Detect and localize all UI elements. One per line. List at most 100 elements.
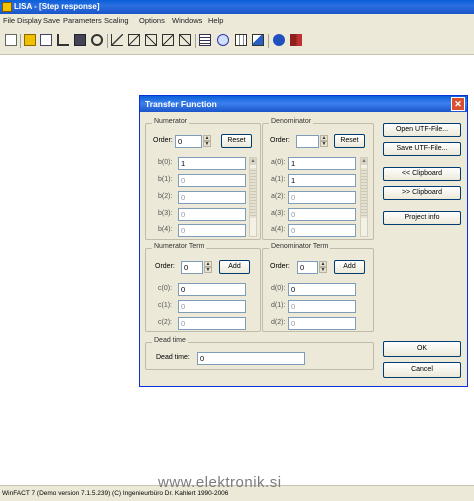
scroll-up-icon[interactable]: ▲: [250, 158, 256, 165]
open-utf-file-button[interactable]: Open UTF-File...: [383, 123, 461, 137]
coef-label: c(2):: [158, 319, 172, 326]
denominator-term-group-label: Denominator Term: [269, 243, 331, 250]
spin-down-icon[interactable]: ▼: [319, 267, 327, 273]
transfer-function-dialog: Transfer Function ✕ Numerator Order: 0 ▲…: [139, 95, 468, 387]
coef-input[interactable]: 0: [288, 300, 356, 313]
coef-input[interactable]: 1: [288, 157, 356, 170]
coef-label: b(3):: [158, 210, 173, 217]
numerator-term-order-input[interactable]: 0: [181, 261, 203, 274]
coef-input[interactable]: 0: [178, 283, 246, 296]
cancel-button[interactable]: Cancel: [383, 362, 461, 378]
paste-from-clipboard-button[interactable]: << Clipboard: [383, 167, 461, 181]
app-icon: [2, 2, 12, 12]
help-icon[interactable]: [273, 34, 285, 46]
coef-input[interactable]: 1: [178, 157, 246, 170]
coef-input[interactable]: 0: [178, 174, 246, 187]
coef-label: a(1):: [271, 176, 286, 183]
denominator-term-order-input[interactable]: 0: [297, 261, 318, 274]
save-icon[interactable]: [74, 34, 86, 46]
chart-icon[interactable]: [252, 34, 264, 46]
axis-icon-5[interactable]: [179, 34, 191, 46]
coef-input[interactable]: 0: [288, 208, 356, 221]
coef-input[interactable]: 0: [178, 224, 246, 237]
denominator-group-label: Denominator: [269, 118, 314, 125]
numerator-scrollbar[interactable]: ▲: [249, 157, 257, 237]
axis-icon-3[interactable]: [145, 34, 157, 46]
grid-icon[interactable]: [235, 34, 247, 46]
menu-windows[interactable]: Windows: [172, 14, 202, 28]
open-icon[interactable]: [24, 34, 36, 46]
denominator-scrollbar[interactable]: ▲: [360, 157, 368, 237]
tf-icon[interactable]: [199, 34, 211, 46]
numerator-term-add-button[interactable]: Add: [219, 260, 250, 274]
menu-display[interactable]: Display: [17, 14, 42, 28]
coef-label: c(1):: [158, 302, 172, 309]
denominator-term-add-button[interactable]: Add: [334, 260, 365, 274]
coef-input[interactable]: 0: [288, 224, 356, 237]
exit-icon[interactable]: [290, 34, 302, 46]
coef-input[interactable]: 1: [288, 174, 356, 187]
toolbar-separator: [268, 34, 269, 48]
scroll-up-icon[interactable]: ▲: [361, 158, 367, 165]
watermark: www.elektronik.si: [158, 474, 282, 491]
toolbar: [0, 28, 474, 55]
coef-label: d(1):: [271, 302, 286, 309]
coef-input[interactable]: 0: [178, 208, 246, 221]
menu-bar: File Display Save Parameters Scaling Opt…: [0, 14, 474, 28]
coef-input[interactable]: 0: [178, 191, 246, 204]
project-info-button[interactable]: Project info: [383, 211, 461, 225]
spin-down-icon[interactable]: ▼: [320, 141, 328, 147]
save-utf-file-button[interactable]: Save UTF-File...: [383, 142, 461, 156]
coef-label: b(4):: [158, 226, 173, 233]
dead-time-input[interactable]: 0: [197, 352, 305, 365]
numerator-order-spinner[interactable]: ▲ ▼: [203, 135, 211, 148]
coef-label: c(0):: [158, 285, 172, 292]
denominator-group: Denominator Order: ▲ ▼ Reset a(0): 1 a(1)…: [262, 118, 374, 240]
graph-icon[interactable]: [57, 34, 69, 46]
coef-input[interactable]: 0: [178, 317, 246, 330]
copy-to-clipboard-button[interactable]: >> Clipboard: [383, 186, 461, 200]
coef-input[interactable]: 0: [178, 300, 246, 313]
scroll-thumb[interactable]: [250, 168, 256, 218]
numerator-group-label: Numerator: [152, 118, 190, 125]
axis-icon-2[interactable]: [128, 34, 140, 46]
menu-save[interactable]: Save: [43, 14, 60, 28]
denominator-order-spinner[interactable]: ▲ ▼: [320, 135, 328, 148]
coef-input[interactable]: 0: [288, 191, 356, 204]
menu-parameters[interactable]: Parameters: [63, 14, 102, 28]
denominator-reset-button[interactable]: Reset: [334, 134, 365, 148]
coef-input[interactable]: 0: [288, 283, 356, 296]
menu-file[interactable]: File: [3, 14, 15, 28]
numerator-order-input[interactable]: 0: [175, 135, 202, 148]
menu-scaling[interactable]: Scaling: [104, 14, 129, 28]
ok-button[interactable]: OK: [383, 341, 461, 357]
toolbar-separator: [195, 34, 196, 48]
coef-input[interactable]: 0: [288, 317, 356, 330]
menu-help[interactable]: Help: [208, 14, 223, 28]
axis-icon-4[interactable]: [162, 34, 174, 46]
menu-options[interactable]: Options: [139, 14, 165, 28]
dead-time-label: Dead time:: [156, 354, 190, 361]
edit-icon[interactable]: [40, 34, 52, 46]
new-icon[interactable]: [5, 34, 17, 46]
coef-label: d(2):: [271, 319, 286, 326]
coef-label: a(0):: [271, 159, 286, 166]
numerator-term-order-spinner[interactable]: ▲ ▼: [204, 261, 212, 274]
axis-icon-1[interactable]: [111, 34, 123, 46]
numerator-term-group-label: Numerator Term: [152, 243, 207, 250]
denominator-order-input[interactable]: [296, 135, 319, 148]
denominator-term-order-spinner[interactable]: ▲ ▼: [319, 261, 327, 274]
spin-down-icon[interactable]: ▼: [204, 267, 212, 273]
coef-label: a(3):: [271, 210, 286, 217]
binoculars-icon[interactable]: [91, 34, 103, 46]
toolbar-separator: [107, 34, 108, 48]
app-title-bar: LISA - [Step response]: [0, 0, 474, 14]
toolbar-separator: [20, 34, 21, 48]
close-icon[interactable]: ✕: [451, 97, 465, 111]
spin-down-icon[interactable]: ▼: [203, 141, 211, 147]
numerator-term-group: Numerator Term Order: 0 ▲ ▼ Add c(0): 0 c…: [145, 243, 261, 332]
numerator-reset-button[interactable]: Reset: [221, 134, 252, 148]
numerator-term-order-label: Order:: [155, 263, 175, 270]
scroll-thumb[interactable]: [361, 168, 367, 218]
zoom-icon[interactable]: [217, 34, 229, 46]
